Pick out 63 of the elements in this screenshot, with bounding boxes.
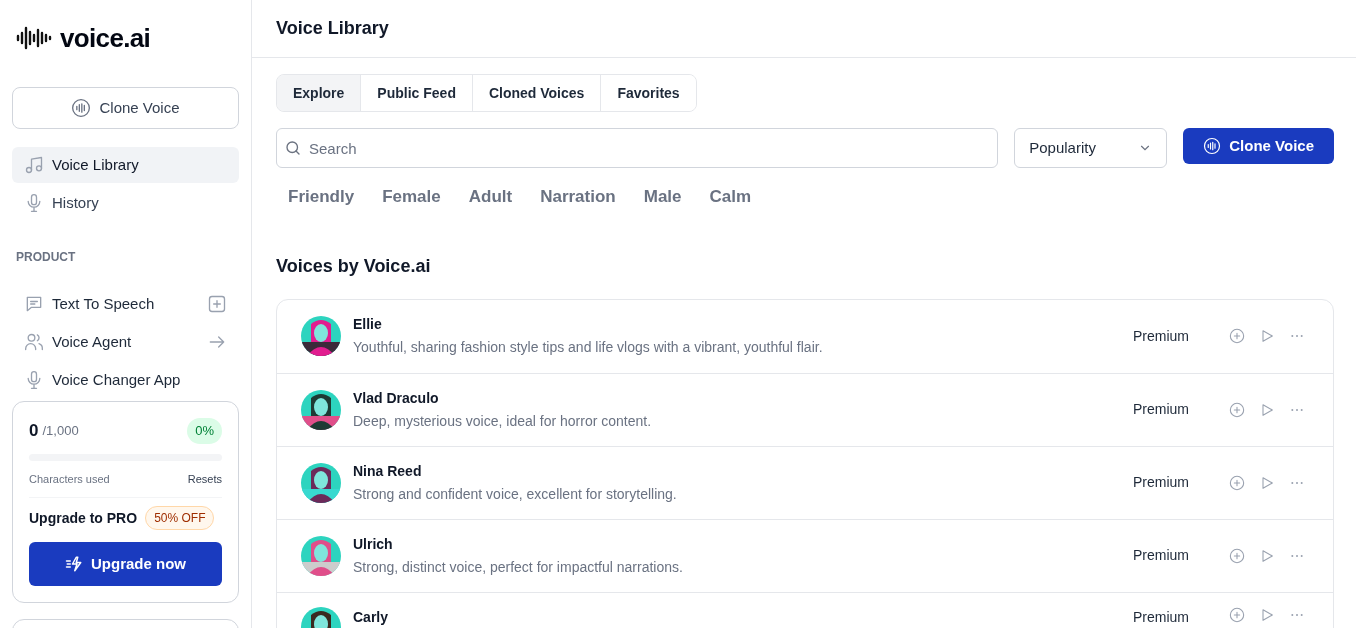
- sidebar-item[interactable]: Text To Speech: [24, 292, 155, 316]
- tier-label: Premium: [1133, 400, 1189, 419]
- tier-label: Premium: [1133, 546, 1189, 565]
- voice-name: Ellie: [353, 315, 383, 334]
- filter-chip[interactable]: Adult: [468, 184, 513, 210]
- sort-dropdown[interactable]: Popularity: [1014, 128, 1168, 168]
- upgrade-title: Upgrade to PRO: [29, 508, 138, 528]
- sidebar-item[interactable]: Voice Agent: [24, 330, 132, 354]
- play-icon[interactable]: [1259, 547, 1275, 564]
- percent-badge: 0%: [187, 418, 222, 444]
- sidebar-item[interactable]: Voice Library: [12, 147, 239, 183]
- usage-limit: /1,000: [42, 422, 79, 440]
- resets-label: Resets: [187, 471, 222, 487]
- plus-circle-icon[interactable]: [1229, 328, 1245, 344]
- voice-description: Strong, distinct voice, perfect for impactful narrations.: [353, 557, 684, 577]
- plus-circle-icon[interactable]: [1229, 606, 1245, 623]
- plus-circle-icon[interactable]: [1229, 474, 1245, 491]
- waveform-logo-icon: [16, 26, 52, 50]
- filter-chip[interactable]: Calm: [709, 184, 752, 210]
- voice-description: Strong and confident voice, excellent for storytelling.: [353, 484, 678, 504]
- filter-chip[interactable]: Friendly: [288, 184, 355, 210]
- section-heading: Voices by Voice.ai: [276, 254, 432, 278]
- logo-text: voice.ai: [60, 21, 151, 55]
- voice-name: Ulrich: [353, 534, 394, 554]
- filter-chip[interactable]: Female: [382, 184, 441, 210]
- music-note-icon: [24, 155, 44, 175]
- discount-badge: 50% OFF: [145, 506, 215, 530]
- filter-chip[interactable]: Narration: [540, 184, 616, 210]
- usage-caption: Characters used: [29, 471, 110, 487]
- tier-label: Premium: [1133, 607, 1189, 627]
- voice-description: Deep, mysterious voice, ideal for horror content.: [353, 411, 653, 431]
- tier-label: Premium: [1133, 473, 1189, 492]
- waveform-circle-icon: [1203, 137, 1222, 155]
- clone-voice-button[interactable]: Clone Voice: [1183, 128, 1334, 164]
- waveform-circle-icon: [71, 98, 92, 118]
- chat-bubble-icon: [24, 294, 44, 314]
- clone-voice-button[interactable]: Clone Voice: [12, 87, 239, 129]
- usage-count: 0: [29, 420, 39, 442]
- play-icon[interactable]: [1259, 401, 1275, 418]
- play-icon[interactable]: [1259, 474, 1275, 491]
- tab[interactable]: Cloned Voices: [471, 75, 601, 111]
- play-icon[interactable]: [1259, 606, 1275, 623]
- page-title: Voice Library: [276, 17, 389, 40]
- tab[interactable]: Favorites: [600, 75, 696, 111]
- play-icon[interactable]: [1259, 328, 1275, 344]
- filter-chip[interactable]: Male: [643, 184, 682, 210]
- lightning-icon: [65, 555, 83, 573]
- plus-circle-icon[interactable]: [1229, 547, 1245, 564]
- users-icon: [24, 332, 44, 352]
- voice-name: Vlad Draculo: [353, 388, 440, 408]
- sidebar-item[interactable]: Voice Changer App: [24, 368, 181, 392]
- search-field[interactable]: Search: [276, 128, 999, 168]
- upgrade-button[interactable]: Upgrade now: [29, 542, 222, 586]
- plus-circle-icon[interactable]: [1229, 401, 1245, 418]
- tab[interactable]: Explore: [277, 75, 361, 111]
- tab[interactable]: Public Feed: [360, 75, 472, 111]
- voice-name: Nina Reed: [353, 461, 423, 481]
- plus-square-icon[interactable]: [207, 294, 227, 314]
- voice-description: Youthful, sharing fashion style tips and life vlogs with a vibrant, youthful flair.: [353, 338, 824, 357]
- search-icon: [284, 139, 302, 157]
- tier-label: Premium: [1133, 326, 1189, 346]
- section-heading: PRODUCT: [15, 249, 77, 266]
- voice-name: Carly: [353, 607, 390, 627]
